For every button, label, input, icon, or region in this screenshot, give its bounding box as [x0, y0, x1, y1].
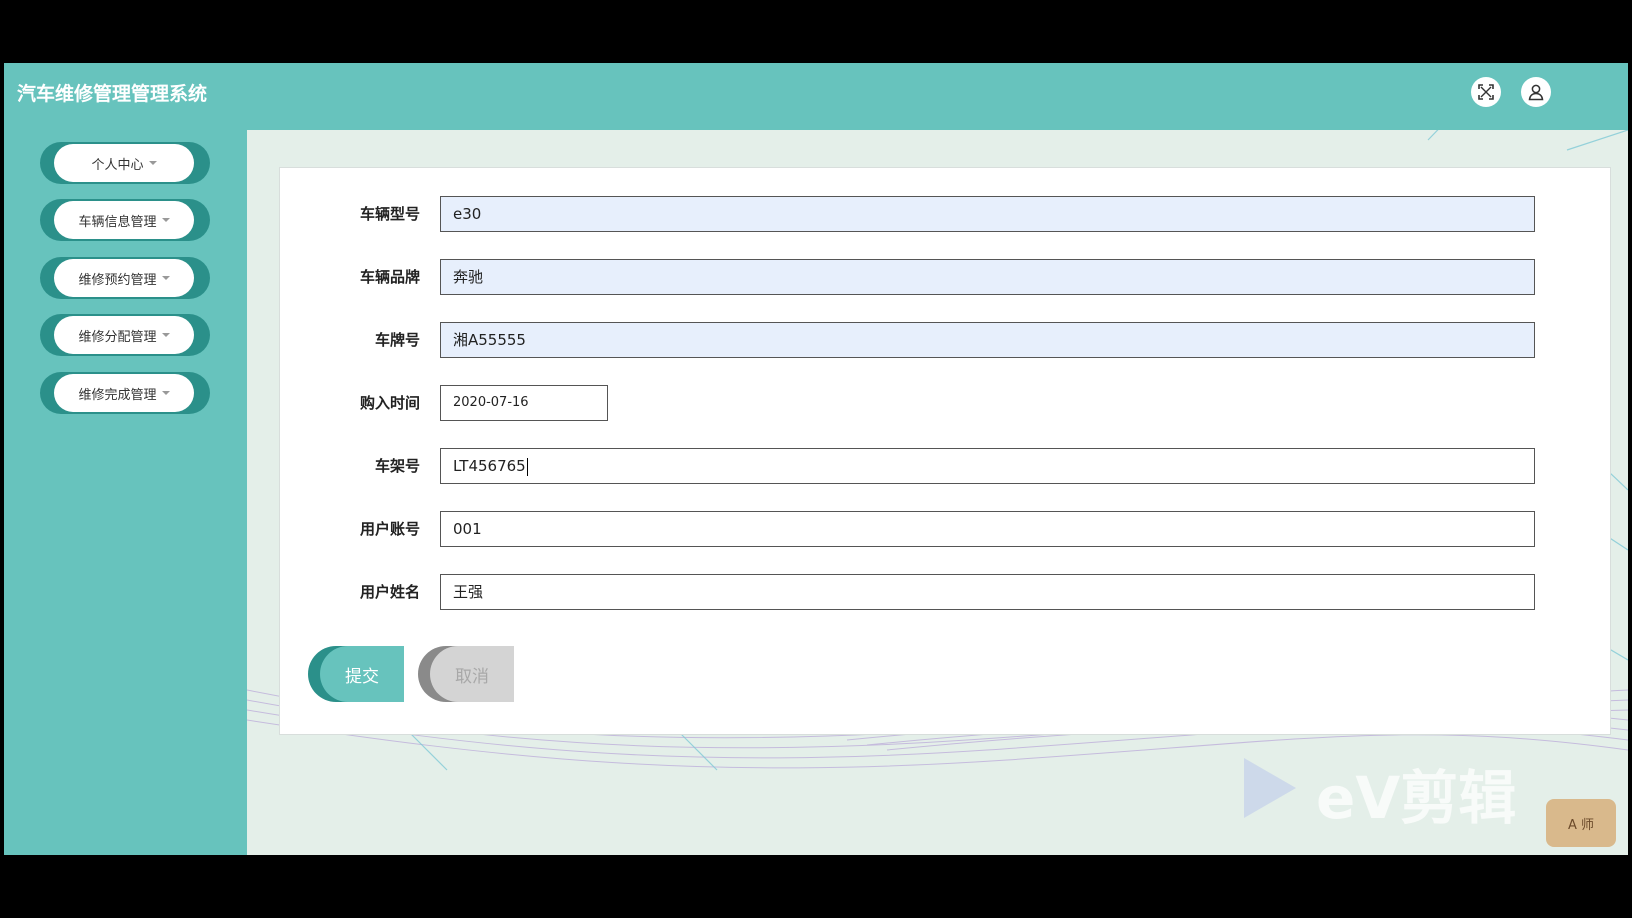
submit-button-label: 提交 [320, 646, 404, 702]
sidebar-item-repair-assignment[interactable]: 维修分配管理 [40, 314, 210, 356]
purchase-date-input[interactable]: 2020-07-16 [440, 385, 608, 421]
field-label-purchase-date: 购入时间 [359, 394, 420, 412]
caret-down-icon [161, 218, 170, 222]
top-bar: 汽车维修管理管理系统 [4, 63, 1628, 130]
field-label-brand: 车辆品牌 [359, 268, 420, 286]
caret-down-icon [161, 391, 170, 395]
fullscreen-button[interactable] [1471, 77, 1501, 107]
sidebar-item-vehicle-info[interactable]: 车辆信息管理 [40, 199, 210, 241]
sidebar-item-repair-booking[interactable]: 维修预约管理 [40, 257, 210, 299]
caret-down-icon [161, 276, 170, 280]
user-name-input[interactable]: 王强 [440, 574, 1535, 610]
sidebar-item-label: 维修完成管理 [78, 387, 157, 403]
sidebar: 个人中心 车辆信息管理 维修预约管理 维修分配管理 维修完成管理 [4, 130, 247, 855]
ev-watermark: eV剪辑 A 师 [1234, 743, 1628, 853]
field-label-model: 车辆型号 [359, 205, 420, 223]
user-button[interactable] [1521, 77, 1551, 107]
sidebar-item-personal-center[interactable]: 个人中心 [40, 142, 210, 184]
frame-number-value: LT456765 [453, 457, 526, 475]
caret-down-icon [161, 333, 170, 337]
sidebar-item-label: 维修分配管理 [78, 329, 157, 345]
user-account-input[interactable]: 001 [440, 511, 1535, 547]
caret-down-icon [148, 161, 157, 165]
submit-button[interactable]: 提交 [308, 646, 404, 702]
user-icon [1528, 84, 1544, 101]
vehicle-brand-input[interactable]: 奔驰 [440, 259, 1535, 295]
vehicle-model-input[interactable]: e30 [440, 196, 1535, 232]
license-plate-input[interactable]: 湘A55555 [440, 322, 1535, 358]
field-label-plate: 车牌号 [374, 331, 420, 349]
field-label-user-name: 用户姓名 [359, 583, 420, 601]
watermark-badge: A 师 [1546, 799, 1616, 847]
field-label-user-account: 用户账号 [359, 520, 420, 538]
sidebar-item-label: 维修预约管理 [78, 272, 157, 288]
sidebar-item-label: 个人中心 [91, 157, 144, 173]
fullscreen-icon [1478, 84, 1494, 100]
sidebar-item-repair-completion[interactable]: 维修完成管理 [40, 372, 210, 414]
sidebar-item-label: 车辆信息管理 [78, 214, 157, 230]
cancel-button[interactable]: 取消 [418, 646, 514, 702]
app-title: 汽车维修管理管理系统 [17, 83, 208, 105]
cancel-button-label: 取消 [430, 646, 514, 702]
watermark-text: eV剪辑 [1316, 764, 1517, 832]
app-window: 汽车维修管理管理系统 个人中心 车辆信息管理 维修预约管理 维修分配管理 维修完… [4, 63, 1628, 855]
frame-number-input[interactable]: LT456765 [440, 448, 1535, 484]
text-cursor [526, 457, 528, 476]
field-label-frame-number: 车架号 [374, 457, 420, 475]
play-logo-icon [1244, 758, 1296, 818]
vehicle-form: 车辆型号 e30 车辆品牌 奔驰 车牌号 湘A55555 购入时间 2020-0… [279, 167, 1611, 735]
